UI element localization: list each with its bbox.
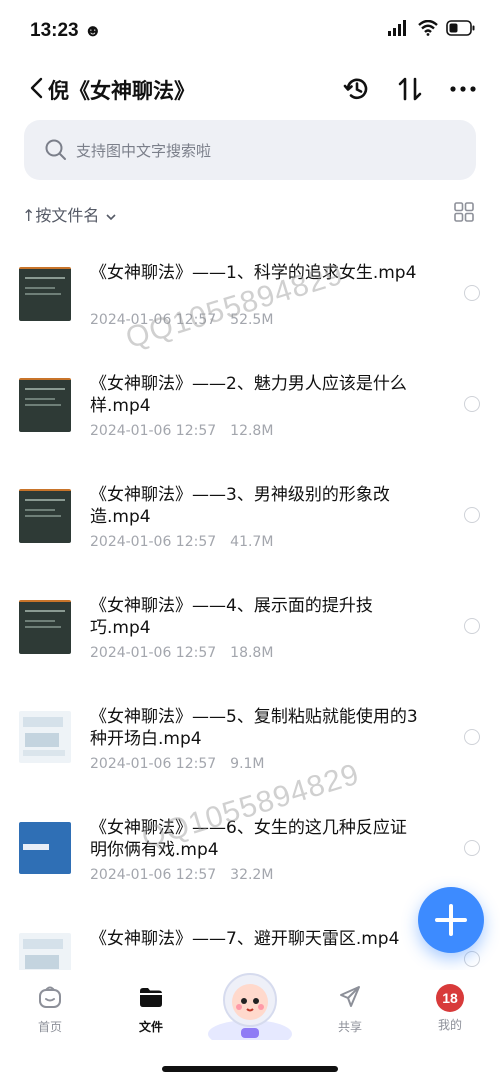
sort-bar: ↑按文件名 xyxy=(0,196,500,230)
tab-share-label: 共享 xyxy=(337,1020,362,1034)
select-radio[interactable] xyxy=(464,396,480,412)
search-icon xyxy=(45,139,66,160)
search-input[interactable]: 支持图中文字搜索啦 xyxy=(24,120,476,180)
add-button[interactable] xyxy=(418,887,484,953)
assistant-mascot-button[interactable] xyxy=(205,970,295,1048)
tab-share[interactable]: 共享 xyxy=(320,984,380,1035)
battery-icon xyxy=(446,20,475,36)
video-thumbnail xyxy=(19,822,71,874)
file-date: 2024-01-06 12:57 xyxy=(90,645,217,661)
file-row[interactable]: 《女神聊法》——3、男神级别的形象改造.mp4 2024-01-06 12:57… xyxy=(0,454,500,565)
tab-home-label: 首页 xyxy=(37,1020,62,1034)
status-time: 13:23 ☻ xyxy=(30,20,102,42)
nav-bar: 倪《女神聊法》 xyxy=(0,62,500,118)
select-radio[interactable] xyxy=(464,729,480,745)
home-indicator xyxy=(162,1066,338,1072)
status-bar: 13:23 ☻ xyxy=(0,0,500,62)
tab-me-label: 我的 xyxy=(437,1018,462,1032)
file-name: 《女神聊法》——7、避开聊天雷区.mp4 xyxy=(90,929,400,949)
tab-files[interactable]: 文件 xyxy=(121,984,181,1035)
wifi-icon xyxy=(418,20,438,36)
folder-icon xyxy=(140,988,162,1007)
chevron-down-icon xyxy=(105,213,116,220)
sort-by-name-button[interactable]: ↑按文件名 xyxy=(22,202,117,226)
file-row[interactable]: 《女神聊法》——4、展示面的提升技巧.mp4 2024-01-06 12:57 1… xyxy=(0,565,500,676)
tab-home[interactable]: 首页 xyxy=(20,984,80,1035)
file-date: 2024-01-06 12:57 xyxy=(90,423,217,439)
smiley-icon: ☻ xyxy=(83,21,102,40)
file-date: 2024-01-06 12:57 xyxy=(90,756,217,772)
file-meta: 2024-01-06 12:57 32.2M xyxy=(90,867,287,883)
file-name: 《女神聊法》——2、魅力男人应该是什么样.mp4 xyxy=(90,374,407,416)
video-thumbnail xyxy=(19,711,71,763)
file-date: 2024-01-06 12:57 xyxy=(90,867,217,883)
file-meta: 2024-01-06 12:57 41.7M xyxy=(90,534,287,550)
avatar: 18 xyxy=(436,984,464,1012)
file-size: 32.2M xyxy=(230,867,274,883)
history-icon[interactable] xyxy=(342,74,372,104)
file-meta: 2024-01-06 12:57 12.8M xyxy=(90,423,287,439)
file-row[interactable]: 《女神聊法》——5、复制粘贴就能使用的3种开场白.mp4 2024-01-06 … xyxy=(0,676,500,787)
select-radio[interactable] xyxy=(464,840,480,856)
file-date: 2024-01-06 12:57 xyxy=(90,534,217,550)
mascot-icon xyxy=(208,973,292,1048)
status-icons xyxy=(388,20,476,36)
file-name: 《女神聊法》——5、复制粘贴就能使用的3种开场白.mp4 xyxy=(90,707,418,749)
file-size: 12.8M xyxy=(230,423,274,439)
page-title: 倪《女神聊法》 xyxy=(48,79,195,103)
paper-plane-icon xyxy=(340,986,360,1007)
plus-icon xyxy=(435,904,467,936)
file-size: 41.7M xyxy=(230,534,274,550)
video-thumbnail xyxy=(19,267,71,321)
status-time-text: 13:23 xyxy=(30,20,79,41)
file-meta: 2024-01-06 12:57 18.8M xyxy=(90,645,287,661)
file-size: 9.1M xyxy=(230,756,265,772)
select-radio[interactable] xyxy=(464,618,480,634)
more-dots-icon[interactable] xyxy=(448,74,478,104)
file-size: 18.8M xyxy=(230,645,274,661)
search-placeholder: 支持图中文字搜索啦 xyxy=(76,142,212,160)
tab-me[interactable]: 18 我的 xyxy=(420,984,480,1033)
video-thumbnail xyxy=(19,600,71,654)
select-radio[interactable] xyxy=(464,951,480,967)
grid-view-icon[interactable] xyxy=(454,202,474,222)
tab-files-label: 文件 xyxy=(138,1020,163,1034)
file-meta: 2024-01-06 12:57 9.1M xyxy=(90,756,279,772)
sort-label: ↑按文件名 xyxy=(22,206,100,225)
cellular-signal-icon xyxy=(388,20,406,36)
sort-arrows-icon[interactable] xyxy=(395,74,425,104)
video-thumbnail xyxy=(19,489,71,543)
file-name: 《女神聊法》——4、展示面的提升技巧.mp4 xyxy=(90,596,373,638)
file-name: 《女神聊法》——1、科学的追求女生.mp4 xyxy=(90,263,417,283)
select-radio[interactable] xyxy=(464,285,480,301)
video-thumbnail xyxy=(19,378,71,432)
file-name: 《女神聊法》——3、男神级别的形象改造.mp4 xyxy=(90,485,390,527)
home-icon xyxy=(39,986,61,1008)
chevron-left-icon[interactable] xyxy=(26,74,50,102)
file-row[interactable]: 《女神聊法》——2、魅力男人应该是什么样.mp4 2024-01-06 12:5… xyxy=(0,343,500,454)
select-radio[interactable] xyxy=(464,507,480,523)
